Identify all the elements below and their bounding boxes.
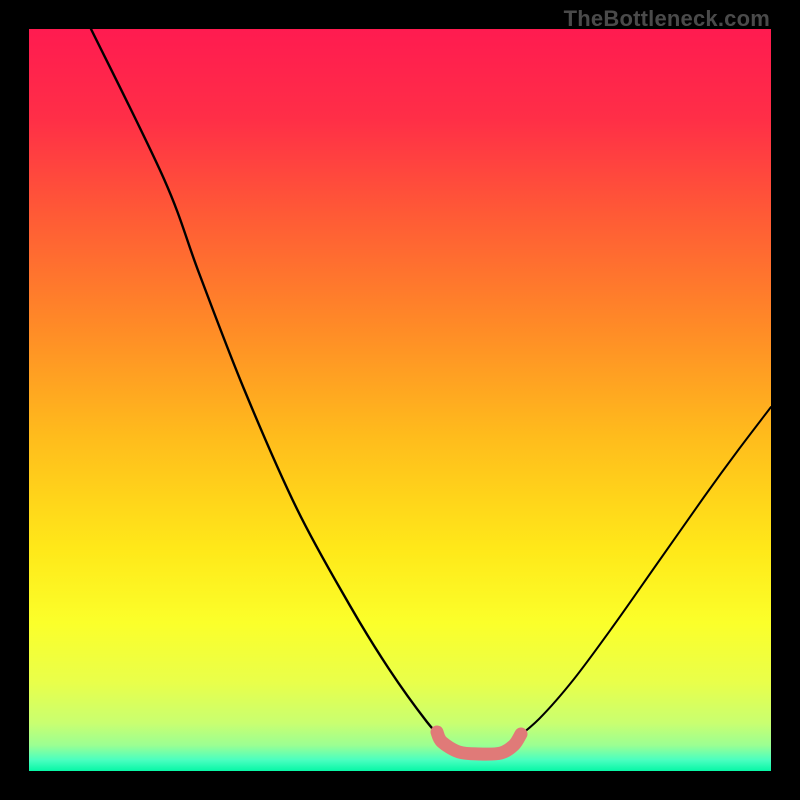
chart-frame: TheBottleneck.com bbox=[0, 0, 800, 800]
curve-layer bbox=[29, 29, 771, 771]
optimal-range-marker bbox=[437, 732, 521, 754]
curve-right bbox=[513, 407, 771, 741]
plot-area bbox=[29, 29, 771, 771]
curve-left bbox=[91, 29, 445, 741]
